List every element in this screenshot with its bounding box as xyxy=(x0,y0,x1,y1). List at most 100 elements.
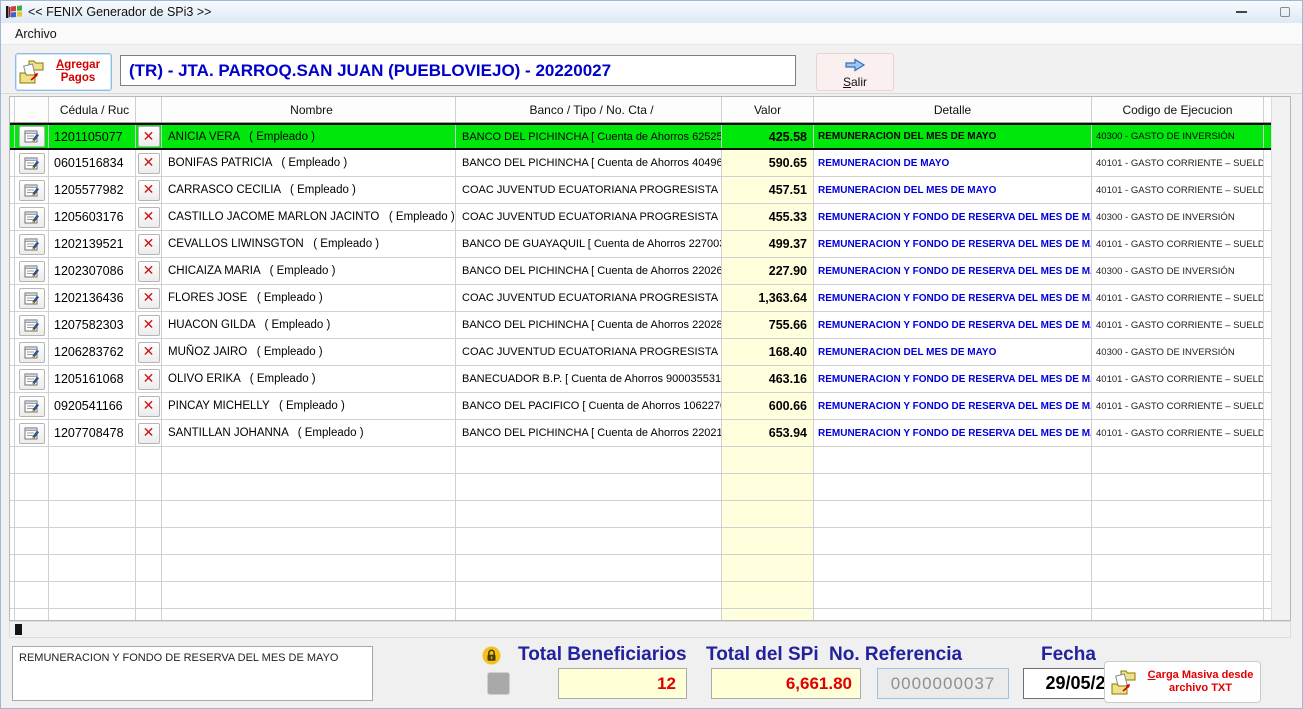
cell-cedula: 0920541166 xyxy=(49,393,136,419)
total-spi-label: Total del SPi xyxy=(706,644,819,666)
cell-detalle: REMUNERACION DEL MES DE MAYO xyxy=(814,177,1092,203)
carga-masiva-button[interactable]: Carga Masiva desde archivo TXT xyxy=(1104,661,1261,703)
edit-row-button[interactable] xyxy=(19,180,45,201)
edit-row-button[interactable] xyxy=(19,234,45,255)
carga-masiva-label: Carga Masiva desde archivo TXT xyxy=(1141,669,1260,695)
cell-cedula: 0601516834 xyxy=(49,150,136,176)
header-codigo[interactable]: Codigo de Ejecucion xyxy=(1092,97,1264,122)
delete-row-button[interactable]: ✕ xyxy=(138,396,160,417)
table-row[interactable]: 1205577982 ✕ CARRASCO CECILIA ( Empleado… xyxy=(10,177,1271,204)
table-row[interactable]: 1202136436 ✕ FLORES JOSE ( Empleado ) CO… xyxy=(10,285,1271,312)
payments-table: Cédula / Ruc Nombre Banco / Tipo / No. C… xyxy=(9,96,1291,621)
lock-icon xyxy=(482,646,501,665)
table-row-empty[interactable] xyxy=(10,474,1271,501)
header-detalle[interactable]: Detalle xyxy=(814,97,1092,122)
table-row[interactable]: 1207708478 ✕ SANTILLAN JOHANNA ( Emplead… xyxy=(10,420,1271,447)
agregar-pagos-button[interactable]: Agregar Pagos xyxy=(15,53,112,91)
edit-row-button[interactable] xyxy=(19,342,45,363)
table-row-empty[interactable] xyxy=(10,555,1271,582)
header-edit[interactable] xyxy=(15,97,49,122)
cell-edit xyxy=(15,204,49,230)
cell-detalle: REMUNERACION Y FONDO DE RESERVA DEL MES … xyxy=(814,312,1092,338)
cell-detalle: REMUNERACION Y FONDO DE RESERVA DEL MES … xyxy=(814,285,1092,311)
edit-row-button[interactable] xyxy=(19,261,45,282)
delete-row-button[interactable]: ✕ xyxy=(138,207,160,228)
table-row[interactable]: 1201105077 ✕ ANICIA VERA ( Empleado ) BA… xyxy=(10,123,1271,150)
table-row-empty[interactable] xyxy=(10,609,1271,620)
cell-codigo: 40101 - GASTO CORRIENTE – SUELDOS xyxy=(1092,231,1264,257)
edit-row-button[interactable] xyxy=(19,288,45,309)
salir-button[interactable]: Salir xyxy=(816,53,894,91)
delete-row-button[interactable]: ✕ xyxy=(138,126,160,147)
cell-banco: COAC JUVENTUD ECUATORIANA PROGRESISTA LT… xyxy=(456,177,722,203)
cell-banco: BANCO DEL PICHINCHA [ Cuenta de Ahorros … xyxy=(456,125,722,148)
delete-row-button[interactable]: ✕ xyxy=(138,288,160,309)
cell-nombre: CHICAIZA MARIA ( Empleado ) xyxy=(162,258,456,284)
cell-codigo: 40300 - GASTO DE INVERSIÓN xyxy=(1092,125,1264,148)
total-beneficiarios-field[interactable]: 12 xyxy=(558,668,687,699)
table-row[interactable]: 1205161068 ✕ OLIVO ERIKA ( Empleado ) BA… xyxy=(10,366,1271,393)
maximize-icon xyxy=(1280,7,1290,17)
cell-codigo: 40101 - GASTO CORRIENTE – SUELDOS xyxy=(1092,312,1264,338)
cell-banco: COAC JUVENTUD ECUATORIANA PROGRESISTA LT… xyxy=(456,204,722,230)
table-row[interactable]: 0601516834 ✕ BONIFAS PATRICIA ( Empleado… xyxy=(10,150,1271,177)
delete-row-button[interactable]: ✕ xyxy=(138,369,160,390)
edit-row-button[interactable] xyxy=(19,369,45,390)
delete-row-button[interactable]: ✕ xyxy=(138,315,160,336)
cell-banco: BANCO DEL PACIFICO [ Cuenta de Ahorros 1… xyxy=(456,393,722,419)
cell-codigo: 40300 - GASTO DE INVERSIÓN xyxy=(1092,258,1264,284)
table-row-empty[interactable] xyxy=(10,582,1271,609)
table-row[interactable]: 1207582303 ✕ HUACON GILDA ( Empleado ) B… xyxy=(10,312,1271,339)
table-row[interactable]: 1202139521 ✕ CEVALLOS LIWINSGTON ( Emple… xyxy=(10,231,1271,258)
gray-square-button[interactable] xyxy=(487,672,510,695)
cell-nombre: ANICIA VERA ( Empleado ) xyxy=(162,125,456,148)
table-row-empty[interactable] xyxy=(10,528,1271,555)
delete-x-icon: ✕ xyxy=(143,344,155,360)
cell-detalle: REMUNERACION Y FONDO DE RESERVA DEL MES … xyxy=(814,366,1092,392)
agregar-pagos-label: Agregar Pagos xyxy=(48,59,108,85)
menu-archivo[interactable]: Archivo xyxy=(11,23,61,45)
cell-nombre: CASTILLO JACOME MARLON JACINTO ( Emplead… xyxy=(162,204,456,230)
edit-row-button[interactable] xyxy=(19,423,45,444)
total-spi-field[interactable]: 6,661.80 xyxy=(711,668,861,699)
delete-row-button[interactable]: ✕ xyxy=(138,180,160,201)
maximize-button[interactable] xyxy=(1272,4,1298,20)
table-row[interactable]: 1205603176 ✕ CASTILLO JACOME MARLON JACI… xyxy=(10,204,1271,231)
app-icon xyxy=(6,4,22,20)
delete-row-button[interactable]: ✕ xyxy=(138,234,160,255)
edit-row-button[interactable] xyxy=(19,126,45,147)
entity-title-field[interactable]: (TR) - JTA. PARROQ.SAN JUAN (PUEBLOVIEJO… xyxy=(120,55,796,86)
delete-row-button[interactable]: ✕ xyxy=(138,342,160,363)
cell-detalle: REMUNERACION Y FONDO DE RESERVA DEL MES … xyxy=(814,231,1092,257)
delete-row-button[interactable]: ✕ xyxy=(138,423,160,444)
cell-valor: 600.66 xyxy=(722,393,814,419)
detail-textarea[interactable]: REMUNERACION Y FONDO DE RESERVA DEL MES … xyxy=(12,646,373,701)
referencia-field: 0000000037 xyxy=(877,668,1009,699)
table-row-empty[interactable] xyxy=(10,447,1271,474)
cell-nombre: SANTILLAN JOHANNA ( Empleado ) xyxy=(162,420,456,446)
delete-row-button[interactable]: ✕ xyxy=(138,261,160,282)
table-row[interactable]: 1206283762 ✕ MUÑOZ JAIRO ( Empleado ) CO… xyxy=(10,339,1271,366)
edit-row-button[interactable] xyxy=(19,396,45,417)
edit-row-button[interactable] xyxy=(19,207,45,228)
table-row[interactable]: 1202307086 ✕ CHICAIZA MARIA ( Empleado )… xyxy=(10,258,1271,285)
table-horizontal-scrollbar[interactable] xyxy=(9,621,1291,638)
delete-row-button[interactable]: ✕ xyxy=(138,153,160,174)
cell-valor: 227.90 xyxy=(722,258,814,284)
header-valor[interactable]: Valor xyxy=(722,97,814,122)
horizontal-scrollbar-thumb[interactable] xyxy=(15,624,22,635)
header-cedula[interactable]: Cédula / Ruc xyxy=(49,97,136,122)
table-row[interactable]: 0920541166 ✕ PINCAY MICHELLY ( Empleado … xyxy=(10,393,1271,420)
cell-nombre: BONIFAS PATRICIA ( Empleado ) xyxy=(162,150,456,176)
cell-nombre: OLIVO ERIKA ( Empleado ) xyxy=(162,366,456,392)
minimize-button[interactable] xyxy=(1228,4,1254,20)
header-banco[interactable]: Banco / Tipo / No. Cta / xyxy=(456,97,722,122)
header-nombre[interactable]: Nombre xyxy=(162,97,456,122)
edit-row-button[interactable] xyxy=(19,315,45,336)
cell-delete: ✕ xyxy=(136,177,162,203)
table-vertical-scrollbar[interactable] xyxy=(1271,97,1290,620)
table-row-empty[interactable] xyxy=(10,501,1271,528)
header-delete[interactable] xyxy=(136,97,162,122)
cell-codigo: 40101 - GASTO CORRIENTE – SUELDOS xyxy=(1092,366,1264,392)
edit-row-button[interactable] xyxy=(19,153,45,174)
